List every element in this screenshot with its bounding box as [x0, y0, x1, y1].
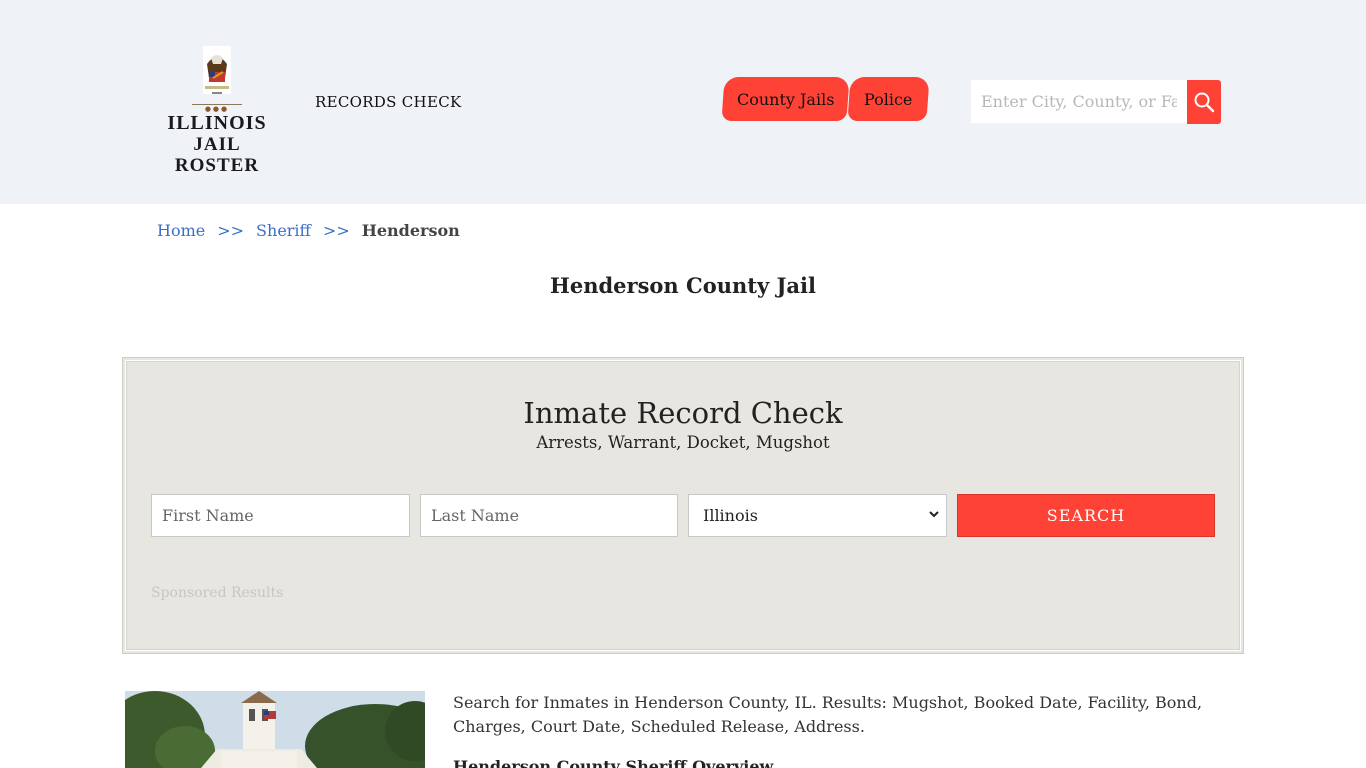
page-title: Henderson County Jail	[550, 273, 816, 298]
nav-county-jails-label: County Jails	[736, 89, 835, 109]
first-name-input[interactable]	[151, 494, 410, 537]
breadcrumb: Home >> Sheriff >> Henderson	[157, 221, 460, 240]
facility-search-button[interactable]	[1187, 80, 1221, 124]
breadcrumb-separator: >>	[217, 221, 245, 240]
inmate-record-check-panel: Inmate Record Check Arrests, Warrant, Do…	[122, 357, 1244, 654]
logo-line-1: ILLINOIS	[167, 112, 267, 134]
records-check-link[interactable]: RECORDS CHECK	[315, 93, 461, 111]
panel-subtitle: Arrests, Warrant, Docket, Mugshot	[536, 433, 830, 452]
breadcrumb-sheriff[interactable]: Sheriff	[256, 221, 311, 240]
search-icon	[1194, 92, 1215, 113]
breadcrumb-home[interactable]: Home	[157, 221, 205, 240]
search-submit-button[interactable]: SEARCH	[957, 494, 1215, 537]
state-select[interactable]: Illinois	[688, 494, 947, 537]
sponsored-results-label: Sponsored Results	[151, 585, 284, 601]
logo-line-2: JAIL ROSTER	[174, 134, 260, 176]
nav-police-label: Police	[864, 89, 913, 109]
site-logo[interactable]: ●●● ILLINOIS JAIL ROSTER	[150, 44, 284, 176]
panel-title: Inmate Record Check	[523, 396, 843, 430]
courthouse-image	[125, 691, 425, 768]
illinois-state-seal-icon	[203, 46, 231, 94]
intro-text: Search for Inmates in Henderson County, …	[453, 693, 1203, 736]
breadcrumb-current: Henderson	[361, 221, 460, 240]
breadcrumb-separator: >>	[322, 221, 350, 240]
nav-county-jails-button[interactable]: County Jails	[721, 77, 850, 121]
site-header: ●●● ILLINOIS JAIL ROSTER RECORDS CHECK C…	[0, 0, 1366, 204]
facility-search-input[interactable]	[971, 80, 1187, 123]
courthouse-photo	[125, 691, 425, 768]
section-heading: Henderson County Sheriff Overview	[453, 757, 774, 768]
last-name-input[interactable]	[420, 494, 678, 537]
nav-police-button[interactable]: Police	[847, 77, 930, 121]
